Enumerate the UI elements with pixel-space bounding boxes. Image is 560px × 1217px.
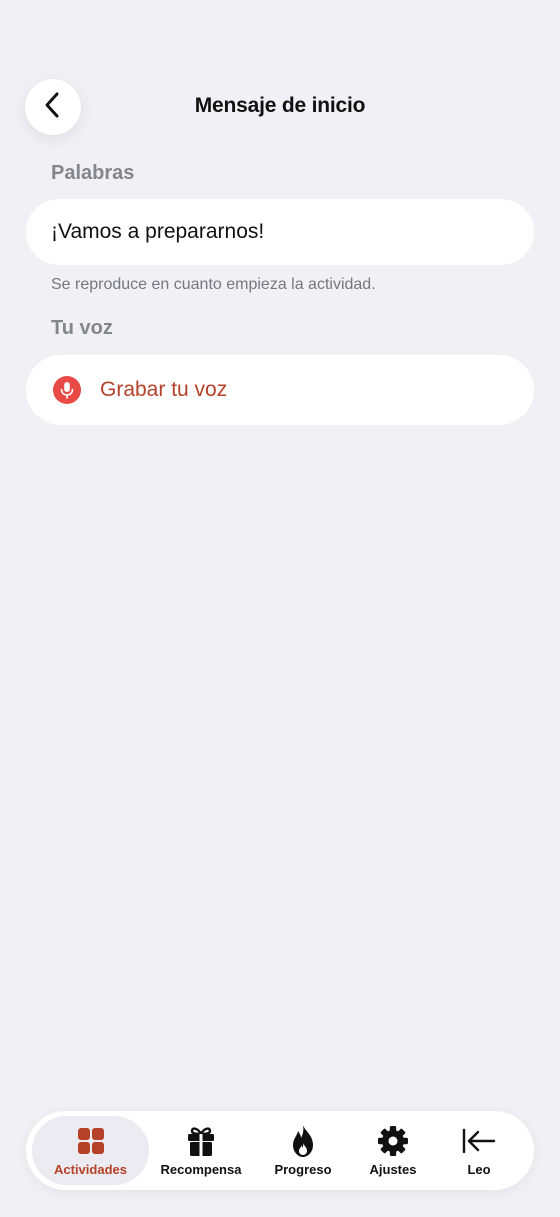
tab-label: Recompensa [160, 1162, 242, 1177]
record-voice-button[interactable]: Grabar tu voz [26, 355, 534, 425]
tab-label: Ajustes [369, 1162, 417, 1177]
tab-progreso[interactable]: Progreso [258, 1111, 348, 1190]
words-helper-text: Se reproduce en cuanto empieza la activi… [51, 276, 376, 293]
gift-icon [186, 1124, 216, 1158]
microphone-icon [53, 376, 81, 404]
arrow-left-bar-icon [462, 1124, 496, 1158]
tab-label: Actividades [54, 1162, 127, 1177]
record-voice-label: Grabar tu voz [100, 378, 228, 401]
tab-label: Leo [467, 1162, 491, 1177]
tab-recompensa[interactable]: Recompensa [154, 1111, 248, 1190]
tab-actividades[interactable]: Actividades [32, 1116, 149, 1185]
voice-section-label: Tu voz [51, 317, 113, 339]
tab-bar: Actividades Recompensa Progreso Ajustes … [26, 1111, 534, 1190]
gear-icon [377, 1124, 409, 1158]
words-input[interactable]: ¡Vamos a prepararnos! [26, 199, 534, 265]
words-section-label: Palabras [51, 162, 135, 184]
tab-ajustes[interactable]: Ajustes [348, 1111, 438, 1190]
flame-icon [289, 1124, 317, 1158]
tab-leo[interactable]: Leo [439, 1111, 519, 1190]
tab-label: Progreso [274, 1162, 332, 1177]
page-title: Mensaje de inicio [194, 94, 366, 117]
grid-icon [77, 1124, 105, 1158]
